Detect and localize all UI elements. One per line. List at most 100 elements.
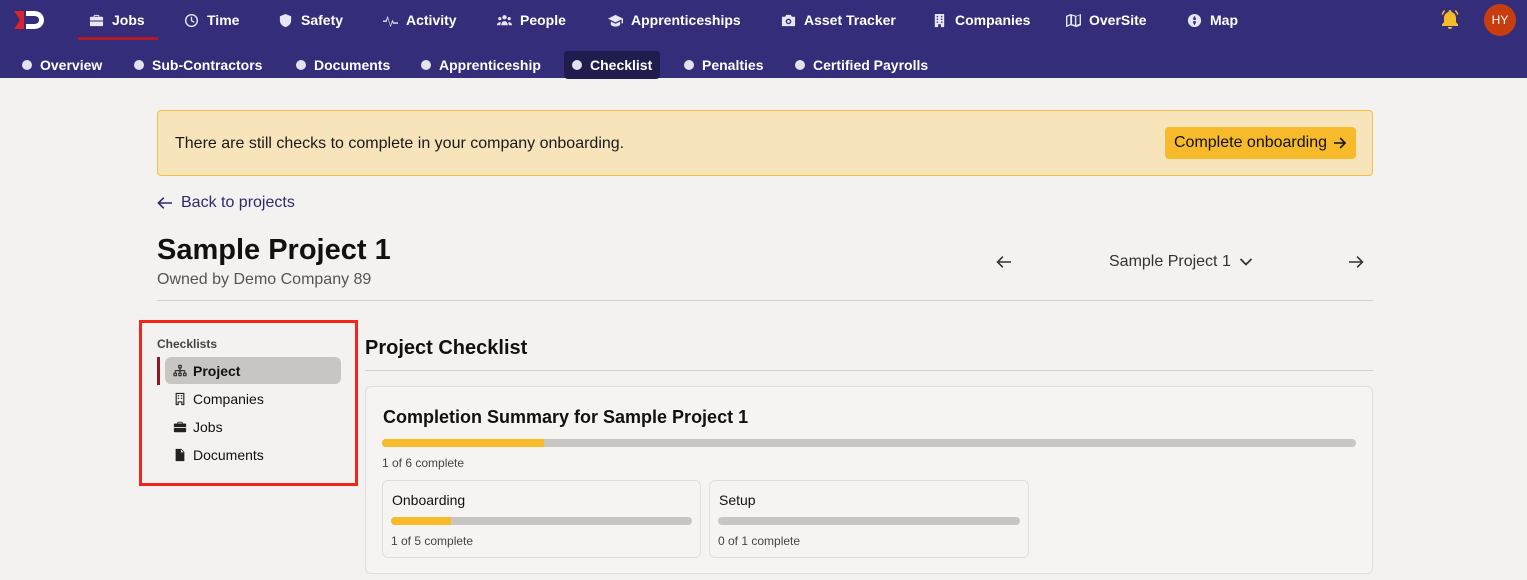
nav-item-label: Activity	[406, 12, 457, 28]
nav-item-map[interactable]: Map	[1187, 0, 1238, 40]
briefcase-icon	[89, 14, 104, 26]
back-to-projects-link[interactable]: Back to projects	[157, 194, 295, 212]
banner-message: There are still checks to complete in yo…	[175, 135, 625, 152]
subnav-item-label: Apprenticeship	[439, 57, 541, 73]
button-label: Complete onboarding	[1174, 134, 1327, 151]
sidebar-heading: Checklists	[157, 337, 218, 351]
summary-progress-text: 1 of 6 complete	[382, 456, 465, 470]
sidebar-item-documents[interactable]: Documents	[165, 441, 341, 468]
nav-item-oversite[interactable]: OverSite	[1066, 0, 1147, 40]
back-link-label: Back to projects	[181, 194, 295, 211]
bell-icon[interactable]	[1439, 8, 1461, 30]
nav-item-label: Safety	[301, 12, 344, 28]
sub-navbar: Overview Sub-Contractors Documents Appre…	[0, 40, 1527, 79]
dot-icon	[684, 60, 694, 70]
dot-icon	[296, 60, 306, 70]
arrow-right-icon	[1334, 137, 1347, 149]
project-owner: Owned by Demo Company 89	[157, 271, 372, 288]
sidebar-item-label: Jobs	[193, 418, 223, 435]
subnav-item-apprenticeship[interactable]: Apprenticeship	[421, 51, 541, 79]
people-icon	[497, 14, 512, 25]
sitemap-icon	[173, 364, 187, 376]
pulse-icon	[383, 15, 398, 27]
nav-item-time[interactable]: Time	[184, 0, 239, 40]
section-divider	[365, 370, 1373, 371]
graduation-cap-icon	[608, 14, 623, 27]
nav-item-activity[interactable]: Activity	[383, 0, 457, 40]
nav-item-label: Time	[207, 12, 240, 28]
project-selector[interactable]: Sample Project 1	[1109, 253, 1253, 271]
subnav-item-sub-contractors[interactable]: Sub-Contractors	[134, 51, 262, 79]
subnav-item-label: Certified Payrolls	[813, 57, 929, 73]
map-fold-icon	[1066, 13, 1081, 27]
briefcase-icon	[173, 421, 187, 432]
nav-item-label: Companies	[955, 12, 1031, 28]
subnav-item-certified-payrolls[interactable]: Certified Payrolls	[795, 51, 928, 79]
nav-item-label: Map	[1210, 12, 1238, 28]
checklist-group-setup[interactable]: Setup 0 of 1 complete	[709, 480, 1029, 558]
progress-fill	[391, 517, 452, 525]
group-progress-text: 1 of 5 complete	[391, 534, 474, 548]
subnav-item-label: Documents	[314, 57, 391, 73]
sidebar-item-label: Project	[193, 362, 241, 379]
previous-project-arrow-icon[interactable]	[994, 252, 1014, 272]
subnav-item-label: Penalties	[702, 57, 764, 73]
subnav-item-label: Overview	[40, 57, 103, 73]
nav-item-label: Asset Tracker	[804, 12, 896, 28]
summary-title: Completion Summary for Sample Project 1	[383, 407, 749, 427]
nav-item-label: People	[520, 12, 566, 28]
project-selector-value: Sample Project 1	[1109, 253, 1231, 270]
subnav-item-documents[interactable]: Documents	[296, 51, 390, 79]
completion-summary-card: Completion Summary for Sample Project 1 …	[365, 386, 1373, 574]
logo-icon[interactable]	[12, 8, 46, 32]
sidebar-item-companies[interactable]: Companies	[165, 385, 341, 412]
active-indicator	[157, 357, 160, 385]
complete-onboarding-button[interactable]: Complete onboarding	[1165, 127, 1356, 159]
subnav-item-overview[interactable]: Overview	[22, 51, 102, 79]
group-progress-text: 0 of 1 complete	[718, 534, 801, 548]
subnav-item-penalties[interactable]: Penalties	[684, 51, 763, 79]
nav-item-asset-tracker[interactable]: Asset Tracker	[781, 0, 896, 40]
sidebar-item-project[interactable]: Project	[165, 357, 341, 384]
sidebar-item-label: Documents	[193, 446, 264, 463]
building-icon	[175, 392, 185, 405]
sidebar-item-jobs[interactable]: Jobs	[165, 413, 341, 440]
header-divider	[157, 300, 1373, 301]
group-title: Onboarding	[392, 492, 466, 508]
next-project-arrow-icon[interactable]	[1346, 252, 1366, 272]
group-progress-bar	[391, 517, 692, 525]
nav-item-companies[interactable]: Companies	[932, 0, 1030, 40]
nav-item-people[interactable]: People	[497, 0, 566, 40]
dot-icon	[134, 60, 144, 70]
onboarding-banner: There are still checks to complete in yo…	[157, 110, 1373, 176]
summary-progress-bar	[382, 439, 1356, 447]
group-progress-bar	[718, 517, 1020, 525]
sidebar-item-label: Companies	[193, 390, 264, 407]
page-title: Sample Project 1	[157, 234, 391, 266]
dot-icon	[795, 60, 805, 70]
nav-item-apprenticeships[interactable]: Apprenticeships	[608, 0, 741, 40]
dot-icon	[22, 60, 32, 70]
nav-item-label: Jobs	[112, 12, 145, 28]
subnav-item-label: Checklist	[590, 57, 653, 73]
chevron-down-icon	[1239, 258, 1252, 266]
building-icon	[934, 13, 945, 27]
subnav-item-checklist[interactable]: Checklist	[564, 51, 661, 79]
document-icon	[175, 448, 185, 461]
progress-fill	[382, 439, 545, 447]
arrow-left-icon	[157, 197, 172, 209]
clock-icon	[184, 13, 199, 27]
shield-icon	[279, 13, 292, 27]
nav-item-label: Apprenticeships	[631, 12, 741, 28]
dot-icon	[421, 60, 431, 70]
camera-icon	[781, 14, 796, 26]
dot-icon	[572, 60, 582, 70]
nav-item-safety[interactable]: Safety	[278, 0, 343, 40]
nav-item-jobs[interactable]: Jobs	[78, 0, 158, 40]
group-title: Setup	[719, 492, 756, 508]
user-avatar[interactable]: HY	[1484, 4, 1516, 36]
top-navbar: Jobs Time Safety Activity People Apprent…	[0, 0, 1527, 40]
subnav-item-label: Sub-Contractors	[152, 57, 263, 73]
globe-icon	[1187, 13, 1202, 27]
checklist-group-onboarding[interactable]: Onboarding 1 of 5 complete	[382, 480, 701, 558]
